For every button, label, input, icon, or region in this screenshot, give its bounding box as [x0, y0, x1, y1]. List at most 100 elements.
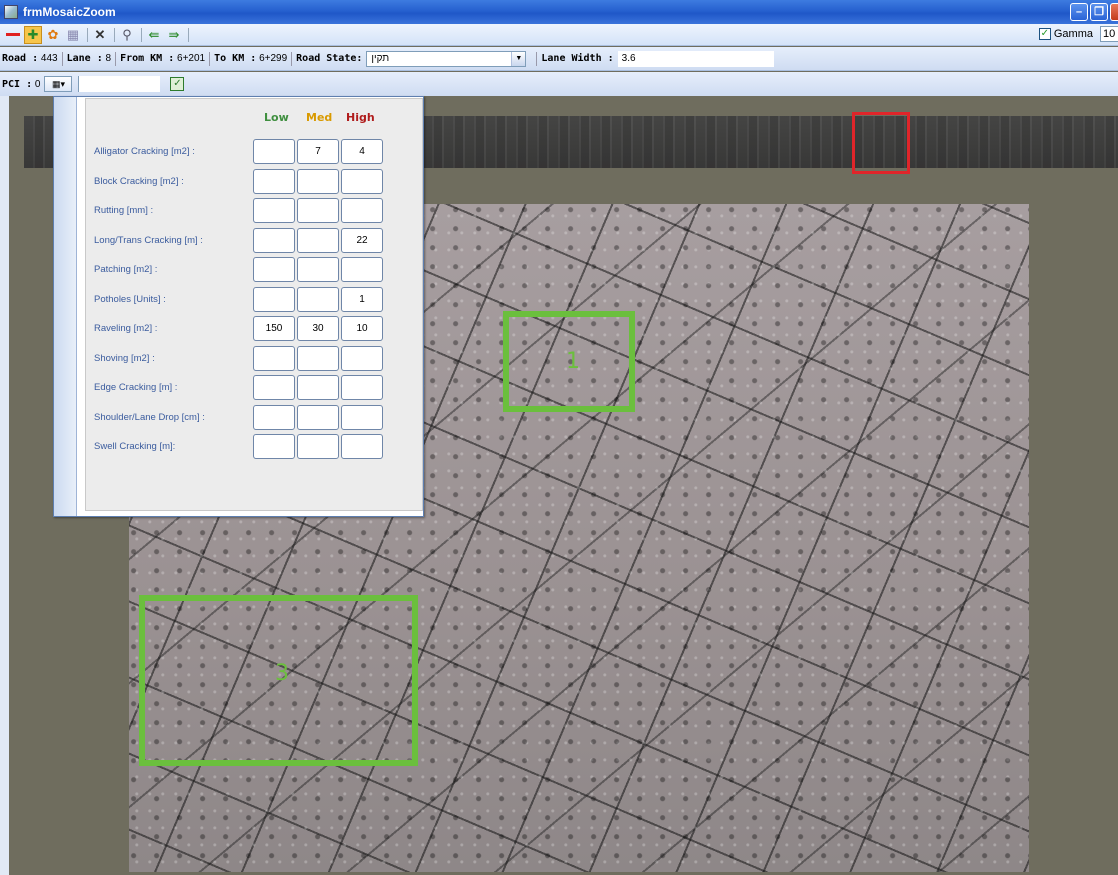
distress-cell-high[interactable]	[341, 434, 383, 459]
distress-row-label: Block Cracking [m2] :	[94, 175, 184, 187]
distress-cell-low[interactable]	[253, 286, 295, 312]
overview-position-marker[interactable]	[852, 112, 910, 174]
distress-cell-med[interactable]	[297, 286, 339, 312]
distress-cell-med[interactable]: 30	[297, 316, 339, 341]
roi-box-1[interactable]: 1	[503, 311, 635, 412]
distress-cell-high[interactable]: 4	[341, 139, 383, 164]
next-icon[interactable]: ⇛	[165, 26, 183, 44]
window-controls: – ❐	[1070, 3, 1118, 21]
road-info-bar: Road : 443 Lane : 8 From KM : 6+201 To K…	[0, 47, 1118, 71]
distress-row-label: Patching [m2] :	[94, 264, 158, 275]
lane-width-field[interactable]: 3.6	[617, 50, 774, 67]
from-km-label: From KM :	[120, 53, 175, 64]
to-km-label: To KM :	[214, 53, 257, 64]
toolbar-separator	[141, 27, 142, 42]
from-km-value: 6+201	[177, 53, 206, 64]
distress-cell-med[interactable]	[297, 434, 339, 459]
lane-value: 8	[105, 53, 112, 64]
distress-row-label: Edge Cracking [m] :	[94, 382, 178, 393]
gamma-checkbox[interactable]: ✓	[1038, 28, 1051, 40]
roi-box-3[interactable]: 3	[139, 595, 418, 766]
distress-cell-low[interactable]	[253, 168, 295, 194]
draw-line-icon[interactable]	[4, 26, 22, 44]
from-km-info: From KM : 6+201	[120, 51, 211, 66]
road-state-label: Road State:	[296, 53, 363, 64]
toolbar: ✚ ✿ ▦ ✕ ⚲ ⇚ ⇛ ✓ Gamma 10	[0, 24, 1118, 46]
delete-icon[interactable]: ✕	[91, 26, 109, 44]
chevron-down-icon[interactable]: ▼	[511, 51, 526, 66]
panel-side-strip	[54, 97, 77, 516]
grid-icon[interactable]: ▦	[64, 26, 82, 44]
pci-input[interactable]	[78, 76, 161, 92]
distress-cell-low[interactable]	[253, 434, 295, 459]
apply-icon[interactable]: ✓	[170, 77, 185, 91]
close-button[interactable]	[1110, 3, 1118, 21]
table-dropdown-button[interactable]: ▦▾	[44, 76, 73, 92]
distress-cell-high[interactable]	[341, 345, 383, 371]
distress-cell-med[interactable]	[297, 168, 339, 194]
distress-cell-high[interactable]: 22	[341, 227, 383, 253]
toolbar-separator	[87, 27, 88, 42]
distress-cell-low[interactable]	[253, 227, 295, 253]
header-high: High	[346, 111, 375, 124]
to-km-value: 6+299	[259, 53, 288, 64]
distress-cell-low[interactable]	[253, 345, 295, 371]
distress-cell-med[interactable]	[297, 227, 339, 253]
road-state-info: Road State: תקין ▼	[296, 50, 527, 67]
distress-cell-high[interactable]: 1	[341, 286, 383, 312]
distress-cell-med[interactable]: 7	[297, 139, 339, 164]
distress-cell-med[interactable]	[297, 404, 339, 430]
roi-label-3: 3	[275, 661, 289, 686]
distress-cell-low[interactable]	[253, 375, 295, 400]
road-info: Road : 443	[2, 51, 63, 66]
distress-row-label: Alligator Cracking [m2] :	[94, 146, 195, 157]
minimize-button[interactable]: –	[1070, 3, 1088, 21]
distress-cell-med[interactable]	[297, 375, 339, 400]
distress-cell-high[interactable]: 10	[341, 316, 383, 341]
distress-cell-low[interactable]	[253, 257, 295, 282]
distress-row-label: Potholes [Units] :	[94, 293, 166, 305]
distress-form: Low Med High Alligator Cracking [m2] : 74…	[85, 98, 423, 511]
lane-info: Lane : 8	[66, 51, 117, 66]
pci-bar: PCI : 0 ▦▾ ✓	[0, 72, 1118, 96]
app-icon	[4, 5, 18, 19]
road-state-select[interactable]: תקין ▼	[366, 50, 527, 67]
distress-cell-high[interactable]	[341, 375, 383, 400]
distress-cell-high[interactable]	[341, 257, 383, 282]
distress-row-label: Raveling [m2] :	[94, 323, 158, 334]
distress-cell-low[interactable]	[253, 198, 295, 223]
select-region-icon[interactable]: ✚	[24, 25, 42, 44]
distress-row-label: Swell Cracking [m]:	[94, 441, 176, 452]
distress-cell-high[interactable]	[341, 168, 383, 194]
distress-row-label: Long/Trans Cracking [m] :	[94, 234, 203, 246]
roi-label-1: 1	[566, 349, 580, 374]
gamma-value-input[interactable]: 10	[1100, 26, 1118, 42]
lane-width-info: Lane Width : 3.6	[536, 50, 774, 67]
lane-width-label: Lane Width :	[541, 53, 614, 64]
gamma-control: ✓ Gamma 10	[1038, 26, 1118, 42]
distress-cell-high[interactable]	[341, 198, 383, 223]
zoom-icon[interactable]: ⚲	[118, 26, 136, 44]
distress-row-label: Shoving [m2] :	[94, 352, 155, 364]
distress-cell-low[interactable]	[253, 404, 295, 430]
pci-label: PCI :	[2, 78, 33, 90]
lane-label: Lane :	[66, 53, 103, 64]
toolbar-separator	[188, 27, 189, 42]
distress-row-label: Rutting [mm] :	[94, 205, 154, 216]
distress-cell-med[interactable]	[297, 257, 339, 282]
refresh-icon[interactable]: ✿	[44, 26, 62, 44]
road-label: Road :	[2, 53, 39, 64]
road-state-value: תקין	[371, 52, 390, 64]
distress-cell-high[interactable]	[341, 404, 383, 430]
title-bar: frmMosaicZoom – ❐	[0, 0, 1118, 24]
distress-cell-low[interactable]	[253, 139, 295, 164]
restore-button[interactable]: ❐	[1090, 3, 1108, 21]
road-value: 443	[40, 53, 58, 64]
previous-icon[interactable]: ⇚	[145, 26, 163, 44]
header-med: Med	[306, 111, 333, 124]
toolbar-separator	[114, 27, 115, 42]
distress-cell-med[interactable]	[297, 198, 339, 223]
distress-cell-low[interactable]: 150	[253, 316, 295, 341]
distress-cell-med[interactable]	[297, 345, 339, 371]
gamma-label: Gamma	[1053, 28, 1093, 40]
